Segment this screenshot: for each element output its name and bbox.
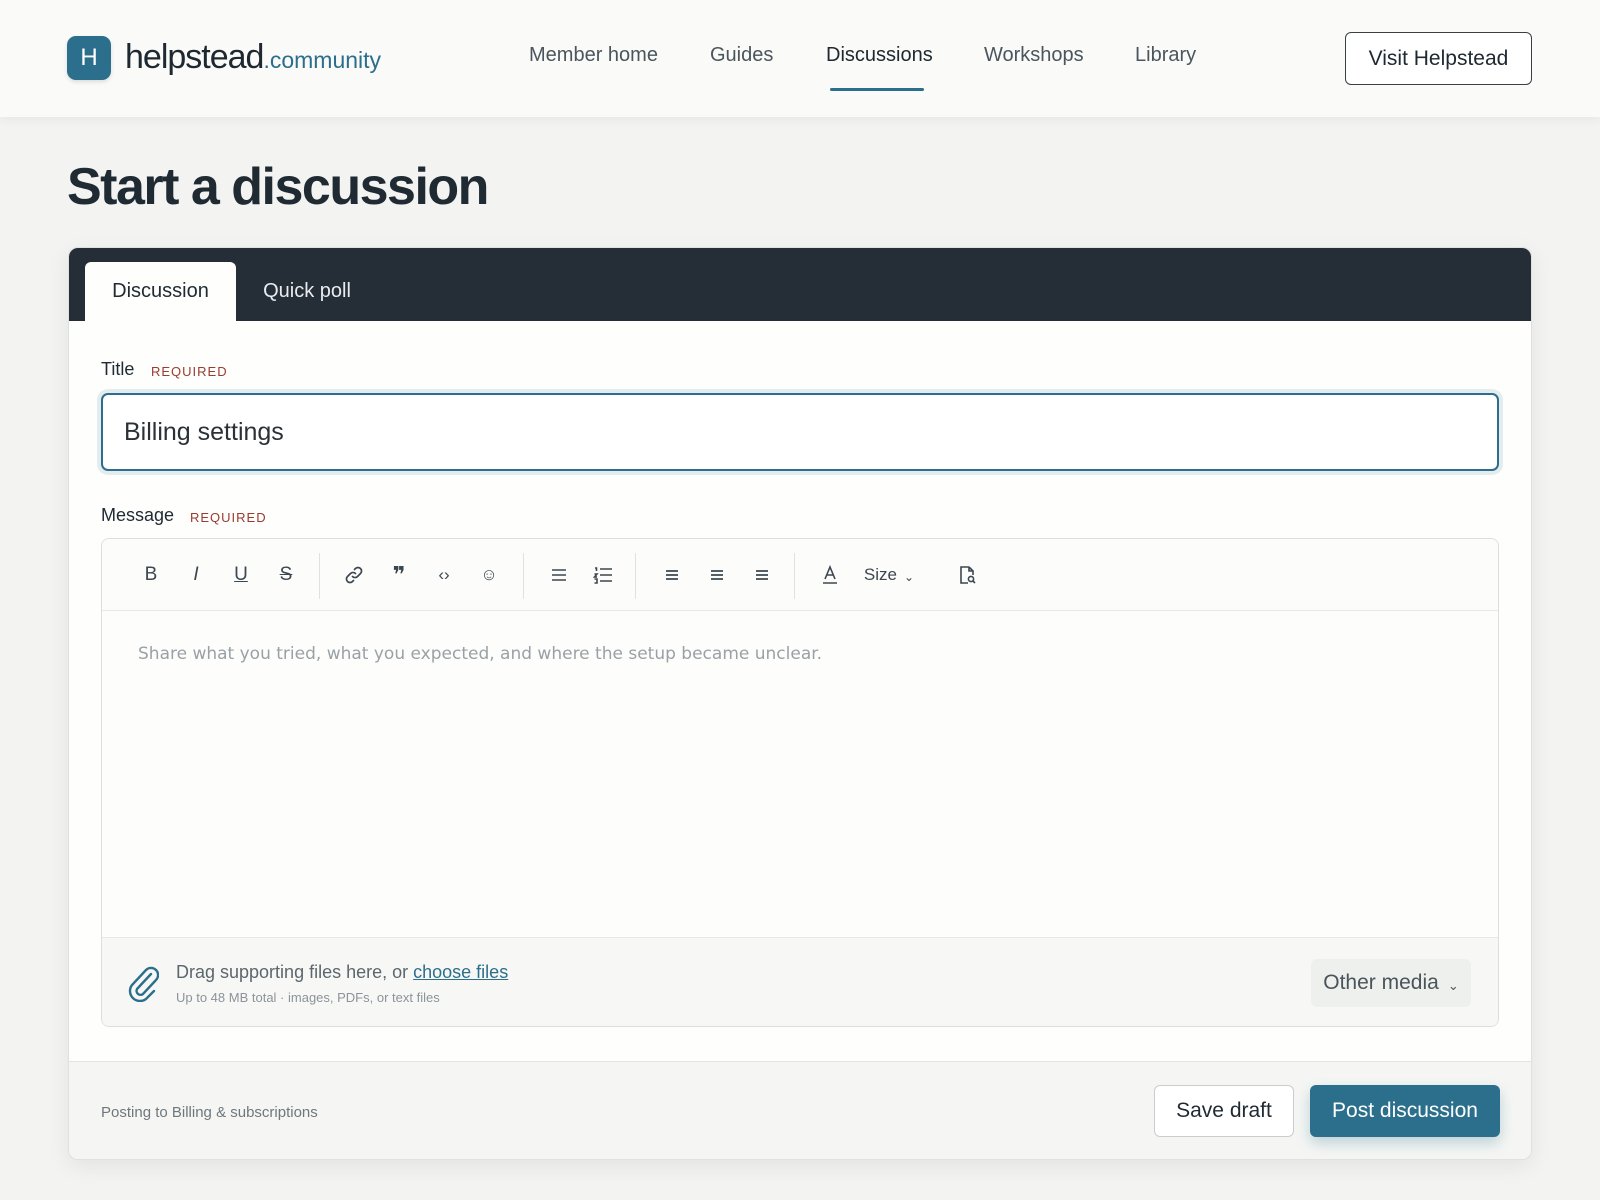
choose-files-link[interactable]: choose files <box>413 962 508 982</box>
italic-button[interactable]: I <box>181 557 211 593</box>
quote-icon: ❞ <box>392 562 406 587</box>
tab-discussion[interactable]: Discussion <box>85 262 236 321</box>
emoji-button[interactable]: ☺ <box>472 557 506 593</box>
top-navigation-bar: H helpstead.community Member home Guides… <box>0 0 1600 117</box>
toolbar-divider <box>319 553 320 599</box>
toolbar-divider <box>794 553 795 599</box>
brand-wordmark[interactable]: helpstead.community <box>125 38 381 77</box>
brand-logo-mark[interactable]: H <box>67 36 111 80</box>
tab-quick-poll[interactable]: Quick poll <box>239 262 375 321</box>
post-discussion-button[interactable]: Post discussion <box>1310 1085 1500 1137</box>
text-color-button[interactable] <box>813 557 847 593</box>
composer-tab-bar: Discussion Quick poll <box>69 248 1531 321</box>
title-label: Title <box>101 359 135 379</box>
brand-name: helpstead <box>125 38 264 76</box>
code-button[interactable]: ‹› <box>427 557 461 593</box>
text-color-icon <box>823 565 837 584</box>
bullet-list-button[interactable] <box>542 557 576 593</box>
message-editor: B I U S ❞ ‹› ☺ Size ⌄ Share what you tri… <box>101 538 1499 1027</box>
attachment-instructions: Drag supporting files here, or choose fi… <box>176 962 508 983</box>
link-button[interactable] <box>337 557 371 593</box>
align-right-button[interactable] <box>745 557 779 593</box>
underline-icon: U <box>234 564 248 585</box>
nav-item-member-home[interactable]: Member home <box>529 44 658 67</box>
bold-button[interactable]: B <box>136 557 166 593</box>
strikethrough-icon: S <box>279 564 293 585</box>
message-label: Message <box>101 505 175 525</box>
align-right-icon <box>756 570 768 580</box>
toolbar-divider <box>523 553 524 599</box>
font-size-label: Size <box>863 565 897 584</box>
align-left-icon <box>666 570 678 580</box>
toolbar-divider <box>635 553 636 599</box>
save-draft-button[interactable]: Save draft <box>1154 1085 1294 1137</box>
numbered-list-icon <box>593 567 612 584</box>
align-left-button[interactable] <box>655 557 689 593</box>
composer-footer: Posting to Billing & subscriptions Save … <box>69 1061 1531 1159</box>
drag-files-text: Drag supporting files here, or <box>176 962 409 982</box>
chevron-down-icon: ⌄ <box>904 570 915 584</box>
align-center-icon <box>711 570 723 580</box>
posting-destination: Posting to Billing & subscriptions <box>101 1104 318 1121</box>
bold-icon: B <box>144 564 158 585</box>
bullet-list-icon <box>552 569 566 581</box>
italic-icon: I <box>193 564 199 585</box>
message-required-badge: REQUIRED <box>190 510 267 525</box>
title-input[interactable] <box>101 393 1499 471</box>
quote-button[interactable]: ❞ <box>382 557 416 593</box>
other-media-label: Other media <box>1323 971 1439 994</box>
formatting-toolbar: B I U S ❞ ‹› ☺ Size ⌄ <box>102 539 1498 611</box>
nav-item-discussions[interactable]: Discussions <box>826 44 933 67</box>
visit-helpstead-button[interactable]: Visit Helpstead <box>1345 32 1532 85</box>
brand-suffix: .community <box>263 47 382 73</box>
page-title: Start a discussion <box>67 158 489 216</box>
nav-item-guides[interactable]: Guides <box>710 44 773 67</box>
message-textarea[interactable] <box>102 611 1498 937</box>
numbered-list-button[interactable] <box>586 557 620 593</box>
underline-button[interactable]: U <box>226 557 256 593</box>
nav-item-workshops[interactable]: Workshops <box>984 44 1084 67</box>
title-required-badge: REQUIRED <box>151 364 228 379</box>
other-media-dropdown[interactable]: Other media ⌄ <box>1311 959 1471 1007</box>
active-nav-indicator <box>830 88 924 91</box>
align-center-button[interactable] <box>700 557 734 593</box>
emoji-icon: ☺ <box>480 565 498 584</box>
font-size-dropdown[interactable]: Size ⌄ <box>859 557 919 593</box>
preview-document-icon <box>960 566 976 584</box>
preview-document-button[interactable] <box>950 557 984 593</box>
paperclip-icon <box>128 966 159 1002</box>
attachment-limits: Up to 48 MB total · images, PDFs, or tex… <box>176 990 440 1005</box>
strikethrough-button[interactable]: S <box>271 557 301 593</box>
link-icon <box>345 566 363 584</box>
attachment-dropzone[interactable]: Drag supporting files here, or choose fi… <box>102 937 1498 1026</box>
code-icon: ‹› <box>438 565 450 584</box>
chevron-down-icon: ⌄ <box>1447 977 1459 993</box>
nav-item-library[interactable]: Library <box>1135 44 1196 67</box>
discussion-composer-card: Discussion Quick poll Title REQUIRED Mes… <box>68 247 1532 1160</box>
